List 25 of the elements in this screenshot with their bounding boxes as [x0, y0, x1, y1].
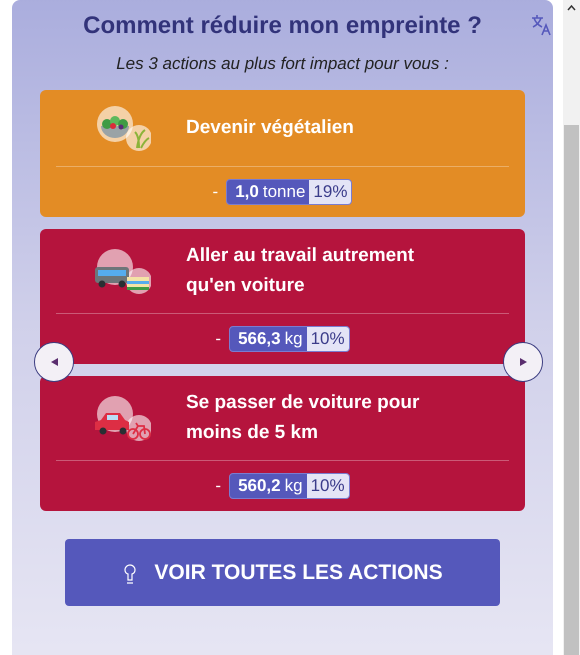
minus-sign: -: [212, 181, 218, 204]
impact-percent: 10%: [306, 327, 349, 351]
left-triangle-icon: [50, 358, 58, 366]
impact-percent: 10%: [306, 474, 349, 498]
action-title: Devenir végétalien: [186, 116, 355, 140]
translate-icon[interactable]: [531, 14, 553, 36]
impact-unit: tonne: [262, 181, 306, 203]
minus-sign: -: [215, 328, 222, 350]
action-title: Aller au travail autrement qu'en voiture: [186, 244, 416, 298]
action-title: Se passer de voiture pour moins de 5 km: [186, 391, 420, 445]
impact-amount: 560,2: [237, 475, 281, 497]
right-triangle-icon: [520, 358, 526, 366]
impact-amount: 566,3: [237, 328, 281, 350]
scrollbar-thumb[interactable]: [564, 125, 579, 655]
action-card[interactable]: Aller au travail autrement qu'en voiture - 566,3 kg 10%: [40, 229, 525, 364]
panel-title: Comment réduire mon empreinte ?: [83, 11, 482, 41]
impact-amount: 1,0: [234, 181, 259, 203]
impact-percent: 19%: [309, 180, 352, 204]
action-card[interactable]: Devenir végétalien - 1,0 tonne 19%: [40, 90, 525, 217]
minus-sign: -: [215, 475, 222, 498]
panel-subtitle: Les 3 actions au plus fort impact pour vous :: [116, 53, 449, 75]
impact-unit: kg: [284, 475, 304, 497]
impact-unit: kg: [284, 328, 304, 350]
see-all-actions-button[interactable]: VOIR TOUTES LES ACTIONS: [65, 539, 500, 606]
action-card[interactable]: Se passer de voiture pour moins de 5 km - 560,2 kg 10%: [40, 376, 525, 511]
